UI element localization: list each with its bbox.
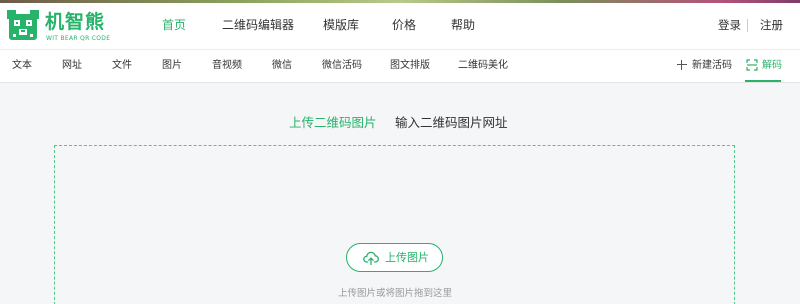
nav-qr-editor[interactable]: 二维码编辑器 bbox=[222, 18, 294, 32]
subnav-url[interactable]: 网址 bbox=[62, 60, 82, 72]
brand-name: 机智熊 bbox=[45, 11, 106, 33]
nav-templates[interactable]: 模版库 bbox=[323, 18, 359, 32]
subnav-wechat-live-code[interactable]: 微信活码 bbox=[322, 60, 362, 72]
scan-icon[interactable] bbox=[746, 59, 758, 71]
drop-hint: 上传图片或将图片拖到这里 bbox=[338, 288, 453, 299]
subnav-file[interactable]: 文件 bbox=[112, 60, 132, 72]
tab-enter-image-url[interactable]: 输入二维码图片网址 bbox=[395, 116, 508, 130]
plus-icon[interactable] bbox=[676, 59, 688, 71]
nav-pricing[interactable]: 价格 bbox=[392, 18, 416, 32]
login-link[interactable]: 登录 bbox=[718, 18, 741, 32]
auth-divider bbox=[747, 19, 748, 32]
header: 机智熊 WIT BEAR QR CODE 首页 二维码编辑器 模版库 价格 帮助… bbox=[0, 3, 800, 49]
new-live-code-button[interactable]: 新建活码 bbox=[692, 60, 732, 72]
image-drop-zone[interactable] bbox=[54, 145, 735, 304]
brand-tagline: WIT BEAR QR CODE bbox=[46, 35, 111, 42]
subnav-qr-beautify[interactable]: 二维码美化 bbox=[458, 60, 508, 72]
nav-home[interactable]: 首页 bbox=[162, 18, 186, 32]
upload-image-button-label: 上传图片 bbox=[385, 251, 429, 264]
bear-qr-icon bbox=[7, 10, 39, 40]
subnav-layout[interactable]: 图文排版 bbox=[390, 60, 430, 72]
subnav-image[interactable]: 图片 bbox=[162, 60, 182, 72]
upload-image-button[interactable]: 上传图片 bbox=[346, 243, 443, 272]
brand-logo[interactable]: 机智熊 WIT BEAR QR CODE bbox=[7, 10, 117, 44]
nav-help[interactable]: 帮助 bbox=[451, 18, 475, 32]
tab-upload-qr-image[interactable]: 上传二维码图片 bbox=[289, 116, 377, 130]
subnav-wechat[interactable]: 微信 bbox=[272, 60, 292, 72]
cloud-upload-icon bbox=[363, 251, 379, 266]
register-link[interactable]: 注册 bbox=[760, 18, 783, 32]
decode-tab[interactable]: 解码 bbox=[762, 60, 782, 72]
subnav-audio-video[interactable]: 音视频 bbox=[212, 60, 242, 72]
subnav-text[interactable]: 文本 bbox=[12, 60, 32, 72]
type-subnav: 文本 网址 文件 图片 音视频 微信 微信活码 图文排版 二维码美化 新建活码 … bbox=[0, 49, 800, 83]
decode-tab-underline bbox=[745, 80, 781, 82]
